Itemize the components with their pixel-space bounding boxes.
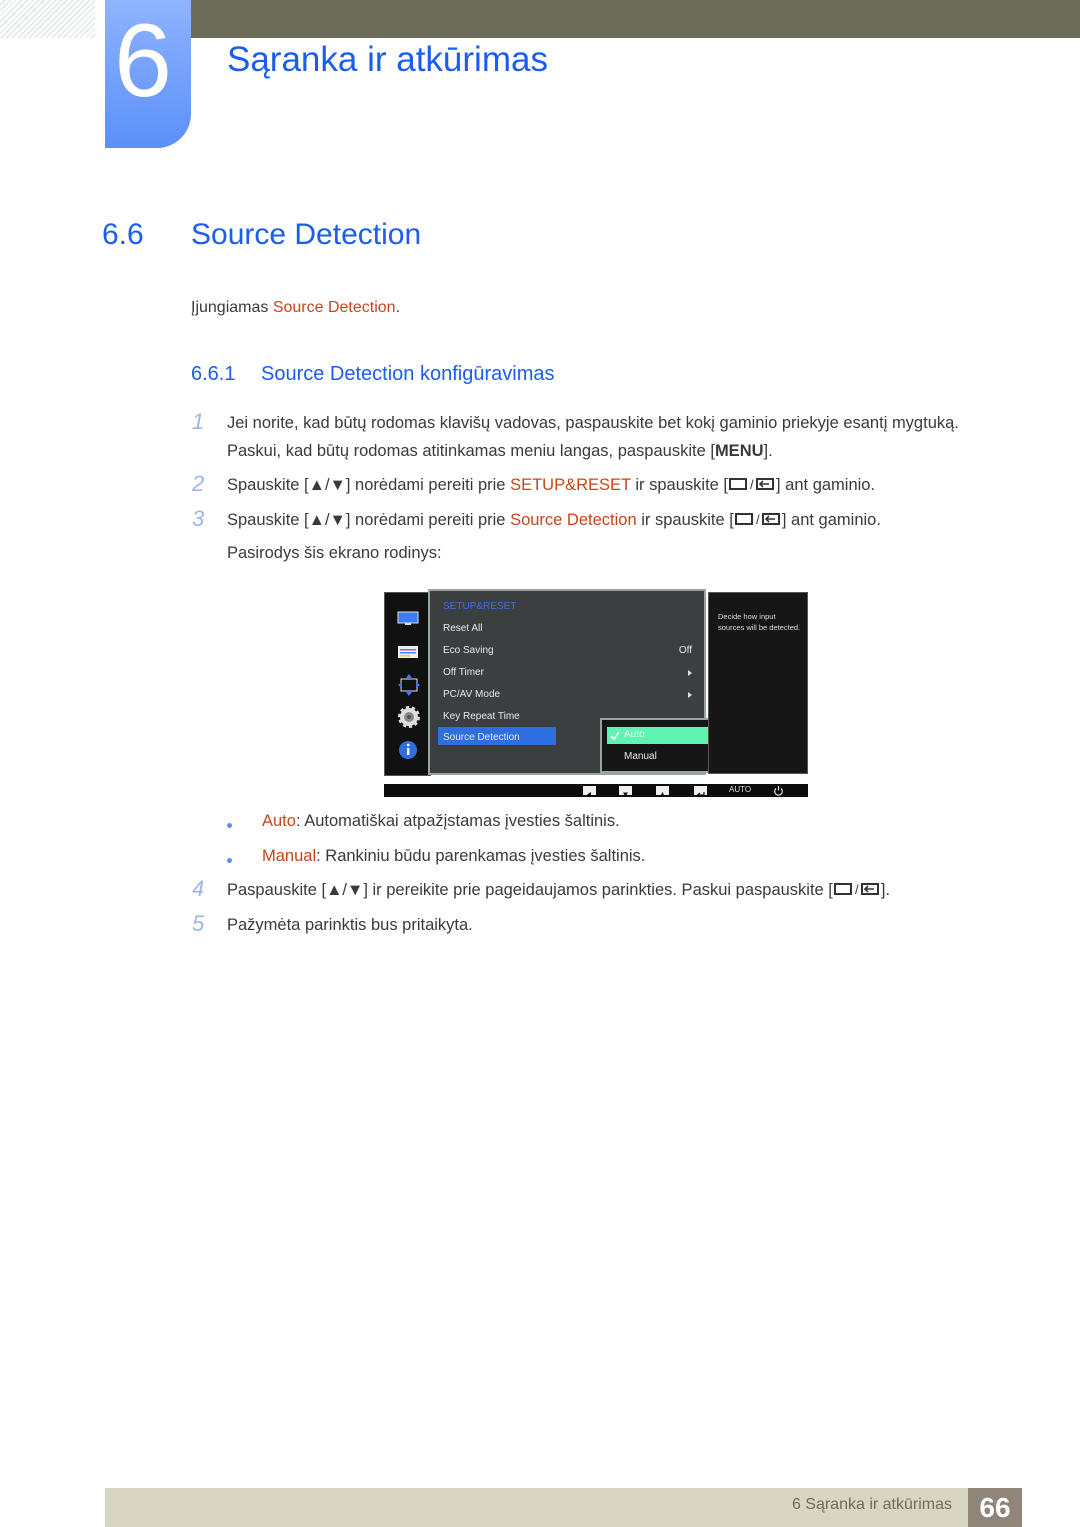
step-5: Pažymėta parinktis bus pritaikyta.	[227, 916, 473, 934]
step-3-line-2: Pasirodys šis ekrano rodinys:	[227, 544, 442, 562]
chapter-number-box: 6	[105, 0, 191, 148]
step-text: ] norėdami pereiti prie	[345, 476, 511, 494]
svg-text:/: /	[750, 477, 754, 492]
step-text: ir spauskite [	[630, 476, 729, 494]
osd-menu-title: SETUP&RESET	[443, 601, 517, 612]
svg-text:/: /	[855, 882, 859, 897]
osd-screenshot: SETUP&RESET Reset All Eco Saving Off Off…	[384, 589, 808, 799]
up-down-arrows-icon: ▲/▼	[326, 881, 364, 899]
source-enter-icon: /	[833, 881, 881, 902]
osd-item-reset-all[interactable]: Reset All	[443, 623, 482, 634]
osd-submenu-auto[interactable]: Auto	[624, 729, 645, 740]
step-number: 4	[192, 876, 205, 901]
chevron-right-icon	[688, 692, 692, 698]
up-down-arrows-icon: ▲/▼	[308, 511, 346, 529]
step-text: Paspauskite [	[227, 881, 327, 899]
step-3: Spauskite [▲/▼] norėdami pereiti prie So…	[227, 511, 881, 532]
step-1-line-1: Jei norite, kad būtų rodomas klavišų vad…	[227, 414, 959, 432]
header-bar	[190, 0, 1080, 38]
step-text: ] ant gaminio.	[776, 476, 876, 494]
up-down-arrows-icon: ▲/▼	[308, 476, 346, 494]
osd-item-key-repeat-time[interactable]: Key Repeat Time	[443, 711, 520, 722]
checkmark-icon	[610, 731, 620, 740]
osd-button-bar: AUTO	[384, 784, 808, 798]
menu-key: MENU	[714, 442, 764, 460]
page-footer: 6 Sąranka ir atkūrimas	[105, 1488, 1022, 1527]
intro-highlight: Source Detection	[272, 299, 396, 316]
info-icon	[399, 741, 417, 759]
osd-item-source-detection[interactable]: Source Detection	[443, 732, 520, 743]
bullet-desc: : Automatiškai atpažįstamas įvesties šal…	[295, 812, 620, 830]
step-text: ] ir pereikite prie pageidaujamos parink…	[363, 881, 833, 899]
osd-help-panel: Decide how input sources will be detecte…	[708, 592, 808, 774]
step-number: 5	[192, 911, 205, 936]
footer-chapter-label: 6 Sąranka ir atkūrimas	[791, 1496, 952, 1513]
bullet-term: Manual	[262, 847, 317, 865]
power-icon[interactable]	[773, 785, 784, 796]
intro-prefix: Įjungiamas	[191, 299, 273, 316]
step-text: Paskui, kad būtų rodomas atitinkamas men…	[227, 442, 715, 460]
osd-item-off-timer[interactable]: Off Timer	[443, 667, 484, 678]
step-text: ir spauskite [	[636, 511, 734, 529]
step-number: 2	[192, 471, 205, 496]
down-icon[interactable]	[619, 786, 632, 797]
step-highlight: SETUP&RESET	[510, 476, 631, 494]
osd-icon-column	[384, 592, 431, 776]
osd-item-eco-saving[interactable]: Eco Saving	[443, 645, 494, 656]
bullet-manual: Manual: Rankiniu būdu parenkamas įvestie…	[262, 847, 645, 866]
osd-menu-panel: SETUP&RESET Reset All Eco Saving Off Off…	[428, 589, 745, 775]
bullet-auto: Auto: Automatiškai atpažįstamas įvesties…	[262, 812, 620, 831]
step-number: 3	[192, 506, 205, 531]
auto-button[interactable]: AUTO	[729, 785, 751, 794]
step-highlight: Source Detection	[510, 511, 637, 529]
svg-text:/: /	[756, 512, 760, 527]
step-text: ].	[763, 442, 773, 460]
intro-suffix: .	[395, 299, 401, 316]
step-number: 1	[192, 409, 205, 434]
osd-submenu-manual[interactable]: Manual	[624, 751, 657, 762]
step-2: Spauskite [▲/▼] norėdami pereiti prie SE…	[227, 476, 875, 497]
monitor-icon	[397, 611, 419, 625]
chapter-title: Sąranka ir atkūrimas	[227, 40, 548, 79]
page-number: 66	[968, 1488, 1022, 1527]
step-text: ] ant gaminio.	[781, 511, 881, 529]
osd-value-eco-saving: Off	[678, 645, 692, 656]
up-icon[interactable]	[656, 786, 669, 797]
step-text: Spauskite [	[227, 511, 309, 529]
left-icon[interactable]	[583, 786, 596, 797]
bullet-term: Auto	[262, 812, 296, 830]
step-text: ] norėdami pereiti prie	[345, 511, 511, 529]
gear-icon	[398, 706, 420, 728]
step-text: ].	[880, 881, 891, 899]
osd-item-pc-av-mode[interactable]: PC/AV Mode	[443, 689, 500, 700]
osd-help-text: Decide how input sources will be detecte…	[718, 612, 801, 632]
section-number: 6.6	[102, 218, 144, 251]
enter-icon[interactable]	[694, 786, 707, 798]
subsection-title: Source Detection konfigūravimas	[261, 363, 555, 385]
section-title: Source Detection	[191, 218, 422, 251]
subsection-number: 6.6.1	[191, 363, 236, 385]
step-1-line-2: Paskui, kad būtų rodomas atitinkamas men…	[227, 442, 773, 461]
size-position-icon	[398, 674, 420, 696]
source-enter-icon: /	[734, 511, 782, 532]
bullet-icon	[227, 858, 232, 863]
bullet-desc: : Rankiniu būdu parenkamas įvesties šalt…	[316, 847, 646, 865]
chevron-right-icon	[688, 670, 692, 676]
chapter-number: 6	[114, 3, 172, 119]
intro-paragraph: Įjungiamas Source Detection.	[191, 299, 400, 317]
source-enter-icon: /	[728, 476, 776, 497]
header-hatch-decoration	[0, 0, 95, 38]
color-bars-icon	[398, 646, 418, 658]
step-4: Paspauskite [▲/▼] ir pereikite prie page…	[227, 881, 890, 902]
step-text: Spauskite [	[227, 476, 309, 494]
bullet-icon	[227, 823, 232, 828]
